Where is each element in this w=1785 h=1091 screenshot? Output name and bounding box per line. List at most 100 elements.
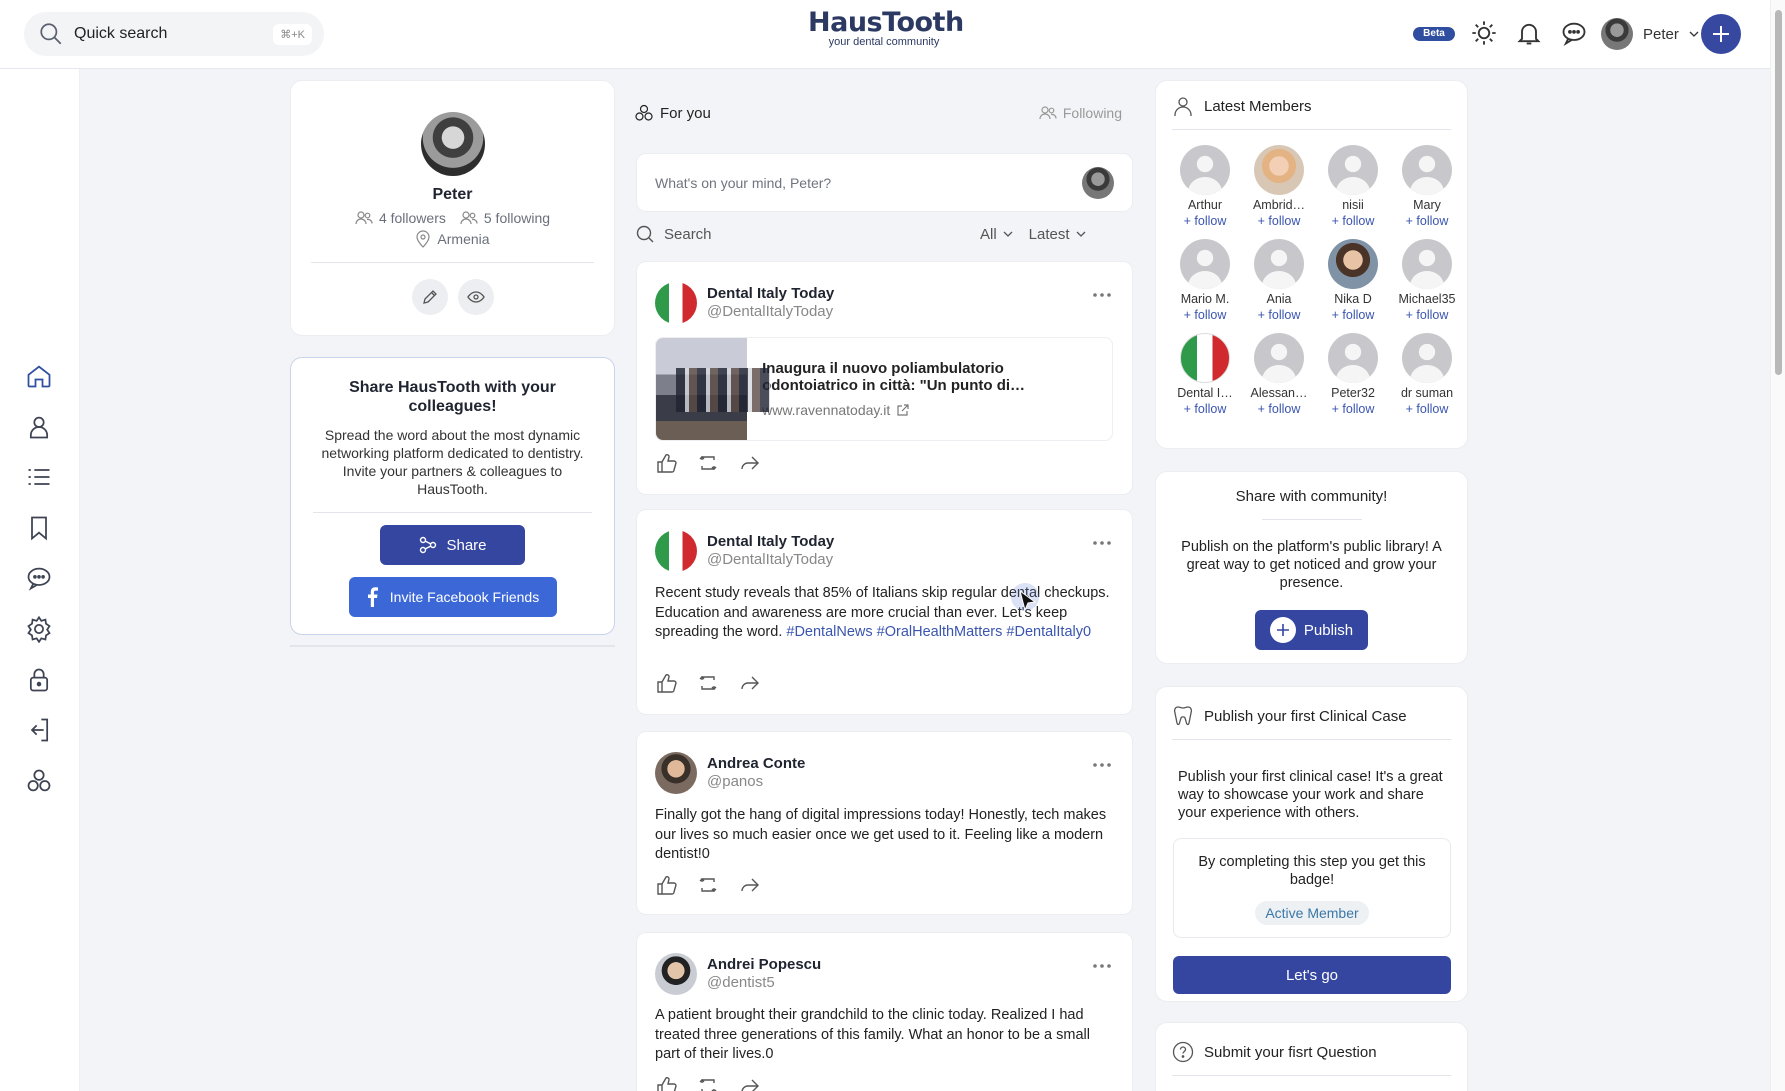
- chat-icon[interactable]: [1560, 19, 1588, 47]
- post-handle[interactable]: @DentalItalyToday: [707, 551, 834, 569]
- sun-icon[interactable]: [1470, 19, 1498, 47]
- member-name[interactable]: Michael35: [1390, 291, 1464, 307]
- hashtag-link[interactable]: #DentalItaly0: [1006, 624, 1091, 640]
- follow-button[interactable]: + follow: [1242, 307, 1316, 323]
- repost-icon[interactable]: [697, 874, 719, 896]
- gear-icon[interactable]: [25, 615, 53, 643]
- post-avatar[interactable]: [655, 752, 697, 794]
- submit-question-header[interactable]: Submit your fisrt Question: [1156, 1023, 1467, 1063]
- more-options-icon[interactable]: [1092, 540, 1112, 546]
- tab-following[interactable]: Following: [1039, 104, 1122, 122]
- like-icon[interactable]: [655, 672, 677, 694]
- post-handle[interactable]: @dentist5: [707, 974, 821, 992]
- follow-button[interactable]: + follow: [1390, 213, 1464, 229]
- member-avatar[interactable]: [1328, 239, 1378, 289]
- like-icon[interactable]: [655, 1075, 677, 1091]
- chat-icon[interactable]: [25, 564, 53, 592]
- follow-button[interactable]: + follow: [1242, 213, 1316, 229]
- view-profile-button[interactable]: [457, 279, 494, 315]
- like-icon[interactable]: [655, 874, 677, 896]
- member-name[interactable]: Alessan…: [1242, 385, 1316, 401]
- post-avatar[interactable]: [655, 953, 697, 995]
- post-handle[interactable]: @panos: [707, 773, 805, 791]
- brand-logo[interactable]: HausTooth your dental community: [808, 8, 964, 49]
- follow-button[interactable]: + follow: [1168, 401, 1242, 417]
- repost-icon[interactable]: [697, 672, 719, 694]
- post-author[interactable]: Dental Italy Today: [707, 285, 834, 303]
- member-name[interactable]: nisii: [1316, 197, 1390, 213]
- bell-icon[interactable]: [1515, 19, 1543, 47]
- member-avatar[interactable]: [1328, 145, 1378, 195]
- profile-avatar[interactable]: [420, 112, 485, 176]
- follow-button[interactable]: + follow: [1168, 307, 1242, 323]
- post-avatar[interactable]: [655, 530, 697, 572]
- user-icon[interactable]: [25, 413, 53, 441]
- member-name[interactable]: Mary: [1390, 197, 1464, 213]
- follow-button[interactable]: + follow: [1390, 307, 1464, 323]
- user-menu[interactable]: Peter: [1601, 18, 1699, 50]
- bookmark-icon[interactable]: [25, 514, 53, 542]
- member-avatar[interactable]: [1254, 145, 1304, 195]
- follow-button[interactable]: + follow: [1390, 401, 1464, 417]
- filter-all-dropdown[interactable]: All: [980, 226, 1013, 243]
- member-avatar[interactable]: [1402, 333, 1452, 383]
- page-scrollbar[interactable]: [1770, 0, 1785, 1091]
- feed-search-input[interactable]: [664, 225, 964, 243]
- member-name[interactable]: Nika D: [1316, 291, 1390, 307]
- share-arrow-icon[interactable]: [739, 672, 761, 694]
- share-button[interactable]: Share: [380, 525, 525, 565]
- member-name[interactable]: Ambrid…: [1242, 197, 1316, 213]
- composer-input[interactable]: [655, 174, 1082, 191]
- member-avatar[interactable]: [1328, 333, 1378, 383]
- repost-icon[interactable]: [697, 1075, 719, 1091]
- follow-button[interactable]: + follow: [1316, 307, 1390, 323]
- sort-latest-dropdown[interactable]: Latest: [1029, 226, 1086, 243]
- tab-for-you[interactable]: For you: [634, 104, 711, 122]
- member-name[interactable]: Arthur: [1168, 197, 1242, 213]
- like-icon[interactable]: [655, 452, 677, 474]
- home-icon[interactable]: [25, 362, 53, 390]
- member-name[interactable]: Dental I…: [1168, 385, 1242, 401]
- post-avatar[interactable]: [655, 282, 697, 324]
- quick-search[interactable]: ⌘+K: [24, 12, 324, 56]
- profile-name[interactable]: Peter: [291, 186, 614, 204]
- follow-button[interactable]: + follow: [1316, 213, 1390, 229]
- link-preview[interactable]: Inaugura il nuovo poliambulatorio odonto…: [655, 337, 1113, 441]
- scrollbar-thumb[interactable]: [1775, 10, 1782, 375]
- logout-icon[interactable]: [25, 716, 53, 744]
- followers-link[interactable]: 4 followers: [355, 210, 446, 226]
- lock-icon[interactable]: [25, 666, 53, 694]
- member-name[interactable]: Mario M.: [1168, 291, 1242, 307]
- share-arrow-icon[interactable]: [739, 1075, 761, 1091]
- hashtag-link[interactable]: #DentalNews: [786, 624, 872, 640]
- following-link[interactable]: 5 following: [460, 210, 550, 226]
- member-avatar[interactable]: [1254, 333, 1304, 383]
- member-avatar[interactable]: [1180, 333, 1230, 383]
- member-name[interactable]: Ania: [1242, 291, 1316, 307]
- post-handle[interactable]: @DentalItalyToday: [707, 303, 834, 321]
- follow-button[interactable]: + follow: [1168, 213, 1242, 229]
- post-composer[interactable]: [636, 153, 1133, 212]
- edit-profile-button[interactable]: [411, 279, 448, 315]
- member-avatar[interactable]: [1254, 239, 1304, 289]
- member-name[interactable]: dr suman: [1390, 385, 1464, 401]
- member-name[interactable]: Peter32: [1316, 385, 1390, 401]
- post-author[interactable]: Dental Italy Today: [707, 533, 834, 551]
- more-options-icon[interactable]: [1092, 762, 1112, 768]
- post-author[interactable]: Andrei Popescu: [707, 956, 821, 974]
- list-icon[interactable]: [25, 463, 53, 491]
- member-avatar[interactable]: [1180, 239, 1230, 289]
- more-options-icon[interactable]: [1092, 292, 1112, 298]
- share-arrow-icon[interactable]: [739, 452, 761, 474]
- repost-icon[interactable]: [697, 452, 719, 474]
- share-arrow-icon[interactable]: [739, 874, 761, 896]
- follow-button[interactable]: + follow: [1316, 401, 1390, 417]
- publish-button[interactable]: Publish: [1255, 610, 1368, 650]
- invite-facebook-button[interactable]: Invite Facebook Friends: [348, 577, 557, 617]
- quick-search-input[interactable]: [74, 25, 264, 43]
- member-avatar[interactable]: [1402, 239, 1452, 289]
- member-avatar[interactable]: [1180, 145, 1230, 195]
- post-author[interactable]: Andrea Conte: [707, 755, 805, 773]
- member-avatar[interactable]: [1402, 145, 1452, 195]
- follow-button[interactable]: + follow: [1242, 401, 1316, 417]
